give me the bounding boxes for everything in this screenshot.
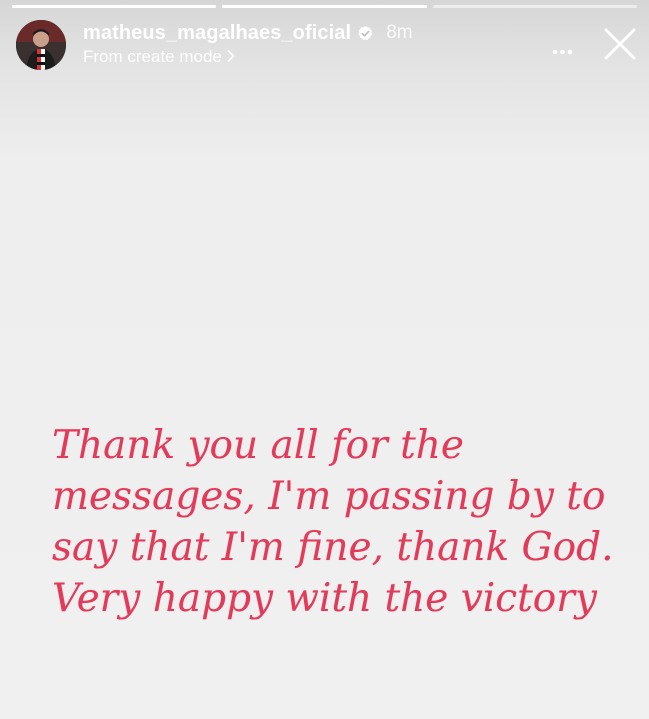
user-line: matheus_magalhaes_oficial 8m — [83, 20, 413, 46]
progress-segment-fill — [222, 5, 427, 8]
subtitle: From create mode — [83, 47, 222, 66]
story-text-line: Thank you all for the — [52, 423, 464, 468]
post-time: 8m — [386, 22, 413, 43]
verified-badge-icon — [357, 25, 374, 42]
story-meta: matheus_magalhaes_oficial 8m From create… — [83, 20, 413, 67]
progress-segment — [432, 5, 637, 8]
create-mode-link[interactable]: From create mode — [83, 47, 413, 67]
progress-segment — [12, 5, 217, 8]
chevron-right-icon — [226, 49, 236, 66]
story-progress-bar — [12, 5, 637, 8]
more-options-icon — [552, 49, 573, 55]
story-text-line: say that I'm fine, thank God. — [52, 525, 614, 570]
story-viewer[interactable]: matheus_magalhaes_oficial 8m From create… — [0, 0, 649, 719]
username[interactable]: matheus_magalhaes_oficial — [83, 22, 351, 45]
progress-segment-fill — [12, 5, 217, 8]
progress-segment — [222, 5, 427, 8]
avatar[interactable] — [16, 20, 66, 70]
story-text-line: Very happy with the victory — [52, 576, 597, 621]
close-icon — [604, 28, 636, 60]
story-text-line: messages, I'm passing by to — [52, 474, 606, 519]
close-button[interactable] — [602, 26, 638, 62]
more-options-button[interactable] — [546, 26, 582, 62]
story-header: matheus_magalhaes_oficial 8m From create… — [16, 18, 637, 72]
story-text: Thank you all for the messages, I'm pass… — [52, 420, 622, 624]
